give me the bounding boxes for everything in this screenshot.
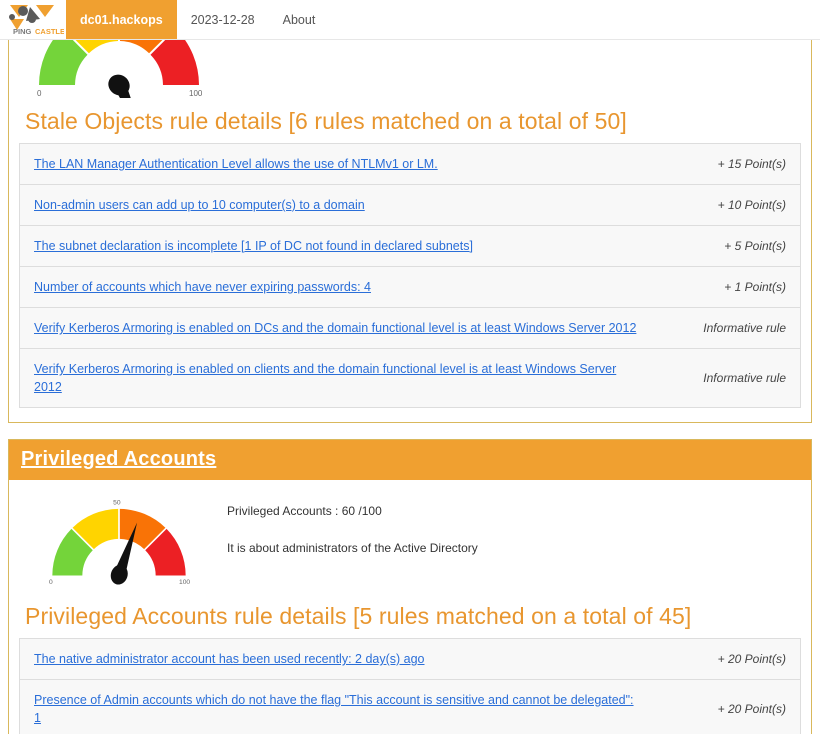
rule-points: Informative rule: [650, 307, 801, 349]
privileged-accounts-panel: Privileged Accounts 0 50 100 Privileged …: [8, 439, 812, 734]
rule-points: + 15 Point(s): [717, 157, 786, 171]
nav-item-about[interactable]: About: [269, 0, 330, 39]
table-row[interactable]: Non-admin users can add up to 10 compute…: [19, 184, 801, 226]
table-row[interactable]: Verify Kerberos Armoring is enabled on D…: [19, 307, 801, 349]
rule-points: Informative rule: [650, 348, 801, 408]
table-row[interactable]: The subnet declaration is incomplete [1 …: [19, 225, 801, 267]
privileged-accounts-description: It is about administrators of the Active…: [227, 541, 478, 556]
rule-link[interactable]: Non-admin users can add up to 10 compute…: [34, 198, 365, 212]
rule-link[interactable]: The LAN Manager Authentication Level all…: [34, 157, 438, 171]
rule-points: + 20 Point(s): [650, 679, 801, 734]
privileged-accounts-gauge-svg: 0 50 100: [49, 500, 190, 586]
rule-link[interactable]: The native administrator account has bee…: [34, 652, 425, 666]
stale-objects-gauge: 0 100: [19, 40, 801, 98]
stale-objects-gauge-svg: 0 100: [37, 40, 203, 98]
table-row[interactable]: Verify Kerberos Armoring is enabled on c…: [19, 348, 801, 408]
stale-objects-rule-table: The LAN Manager Authentication Level all…: [19, 143, 801, 408]
privileged-accounts-summary: Privileged Accounts : 60 /100 It is abou…: [219, 488, 478, 558]
ping-castle-logo-icon: PING CASTLE: [9, 4, 64, 36]
navbar-items: dc01.hackops 2023-12-28 About: [66, 0, 329, 39]
table-row[interactable]: The LAN Manager Authentication Level all…: [19, 143, 801, 185]
panel-title: Privileged Accounts: [21, 448, 217, 470]
ping-castle-logo[interactable]: PING CASTLE: [0, 0, 66, 39]
privileged-accounts-rule-details-title: Privileged Accounts rule details [5 rule…: [25, 603, 692, 629]
rule-link[interactable]: The subnet declaration is incomplete [1 …: [34, 239, 473, 253]
svg-text:PING: PING: [13, 27, 32, 36]
rule-points: + 5 Point(s): [650, 225, 801, 267]
rule-points: + 20 Point(s): [717, 652, 786, 666]
nav-item-date[interactable]: 2023-12-28: [177, 0, 269, 39]
table-row[interactable]: Presence of Admin accounts which do not …: [19, 679, 801, 734]
rule-link[interactable]: Presence of Admin accounts which do not …: [34, 693, 634, 725]
privileged-accounts-heading: Privileged Accounts: [9, 440, 811, 480]
stale-objects-rule-details-title: Stale Objects rule details [6 rules matc…: [25, 108, 627, 134]
svg-text:CASTLE: CASTLE: [35, 27, 64, 36]
gauge-max-label: 100: [179, 579, 190, 586]
rule-link[interactable]: Verify Kerberos Armoring is enabled on D…: [34, 321, 636, 335]
privileged-accounts-score: Privileged Accounts : 60 /100: [227, 504, 382, 518]
gauge-min-label: 0: [37, 89, 42, 98]
privileged-accounts-rule-table: The native administrator account has bee…: [19, 638, 801, 734]
table-row[interactable]: Number of accounts which have never expi…: [19, 266, 801, 308]
gauge-min-label: 0: [49, 579, 53, 586]
rule-points: + 10 Point(s): [650, 184, 801, 226]
rule-points: + 1 Point(s): [650, 266, 801, 308]
privileged-accounts-gauge: 0 50 100: [19, 488, 219, 593]
rule-link[interactable]: Number of accounts which have never expi…: [34, 280, 371, 294]
top-navbar: PING CASTLE dc01.hackops 2023-12-28 Abou…: [0, 0, 820, 40]
nav-item-domain[interactable]: dc01.hackops: [66, 0, 177, 39]
rule-link[interactable]: Verify Kerberos Armoring is enabled on c…: [34, 362, 616, 394]
gauge-mid-label: 50: [113, 500, 121, 507]
table-row[interactable]: The native administrator account has bee…: [19, 638, 801, 680]
stale-objects-panel: 0 100 Stale Objects rule details [6 rule…: [8, 40, 812, 423]
privileged-accounts-gauge-row: 0 50 100 Privileged Accounts : 60 /100 I…: [19, 488, 801, 593]
gauge-max-label: 100: [189, 89, 203, 98]
